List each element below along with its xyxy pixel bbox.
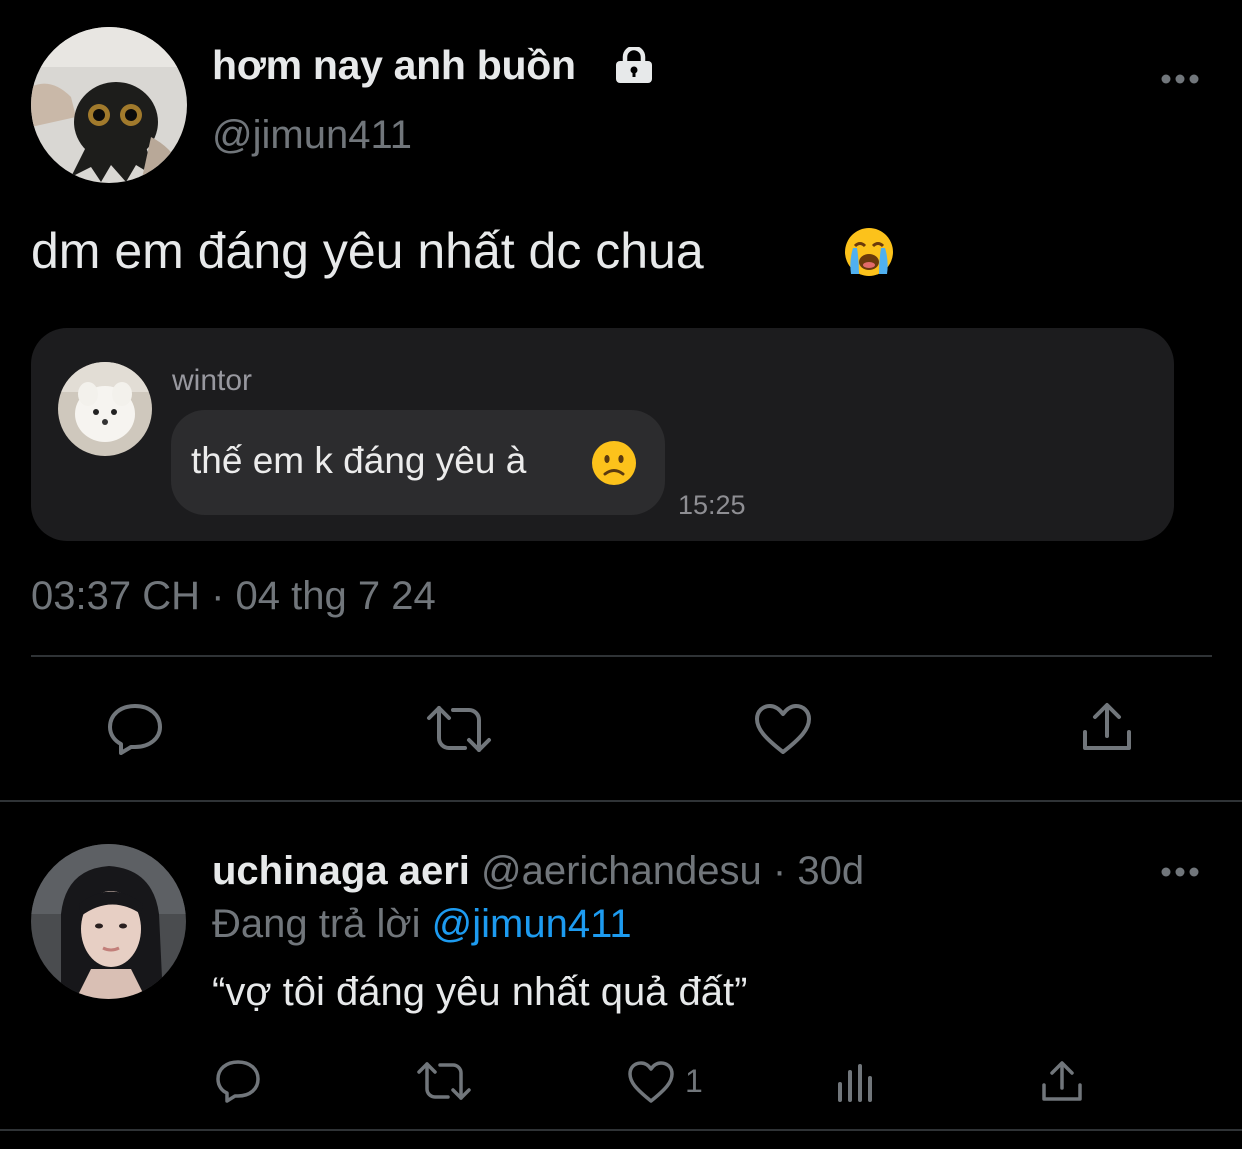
- reply-icon[interactable]: [106, 702, 164, 756]
- loudly-crying-face-icon: [843, 226, 895, 278]
- like-icon[interactable]: [626, 1059, 676, 1105]
- like-count: 1: [685, 1063, 703, 1099]
- more-options-icon[interactable]: [1160, 72, 1200, 84]
- more-options-icon[interactable]: [1160, 865, 1200, 877]
- reply-text: “vợ tôi đáng yêu nhất quả đất”: [212, 970, 748, 1014]
- reply-header: uchinaga aeri @aerichandesu · 30d: [212, 849, 864, 894]
- analytics-icon[interactable]: [835, 1062, 877, 1102]
- reply-icon[interactable]: [214, 1058, 262, 1104]
- retweet-icon[interactable]: [425, 704, 493, 754]
- quoted-sender-avatar: [58, 362, 152, 456]
- tweet-timestamp[interactable]: 03:37 CH · 04 thg 7 24: [31, 574, 436, 619]
- replying-to-label: Đang trả lời: [212, 902, 421, 946]
- reply-age: · 30d: [772, 849, 865, 893]
- author-handle[interactable]: @jimun411: [212, 113, 412, 158]
- replying-to-handle[interactable]: @jimun411: [432, 902, 632, 946]
- reply-author-name[interactable]: uchinaga aeri: [212, 849, 470, 893]
- quoted-message-time: 15:25: [678, 490, 746, 520]
- divider: [0, 1129, 1242, 1131]
- divider: [31, 655, 1212, 657]
- retweet-icon[interactable]: [415, 1060, 473, 1102]
- reply-author-handle[interactable]: @aerichandesu: [481, 849, 762, 893]
- author-avatar[interactable]: [31, 27, 187, 183]
- replying-to-line: Đang trả lời @jimun411: [212, 902, 632, 947]
- lock-icon: [612, 45, 656, 83]
- divider: [0, 800, 1242, 802]
- share-icon[interactable]: [1080, 700, 1134, 754]
- author-display-name[interactable]: hơm nay anh buồn: [212, 42, 576, 89]
- slightly-frowning-face-icon: [590, 439, 638, 487]
- reply-author-avatar[interactable]: [31, 844, 186, 999]
- quoted-message-text: thế em k đáng yêu à: [191, 440, 527, 481]
- share-icon[interactable]: [1040, 1059, 1084, 1103]
- tweet-text: dm em đáng yêu nhất dc chua: [31, 223, 704, 279]
- quoted-sender-name: wintor: [172, 364, 253, 397]
- like-icon[interactable]: [753, 702, 813, 756]
